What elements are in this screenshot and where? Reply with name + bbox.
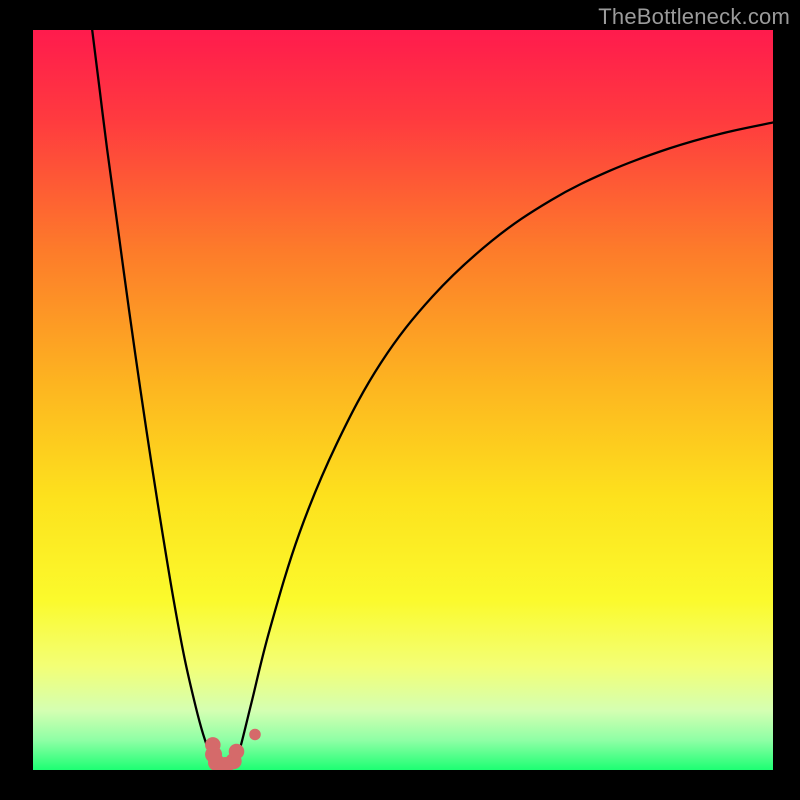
chart-frame: TheBottleneck.com xyxy=(0,0,800,800)
blob-right-up xyxy=(229,744,245,760)
plot-area xyxy=(33,30,773,770)
chart-svg xyxy=(33,30,773,770)
blob-outlier xyxy=(249,729,261,741)
watermark-text: TheBottleneck.com xyxy=(598,4,790,30)
gradient-background xyxy=(33,30,773,770)
